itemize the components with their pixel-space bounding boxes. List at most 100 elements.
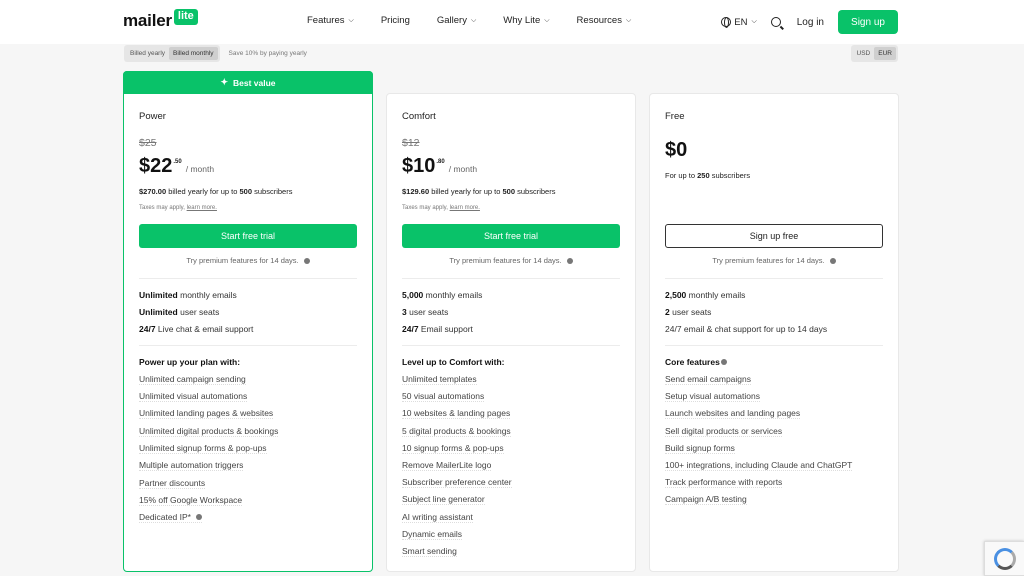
list-item[interactable]: 100+ integrations, including Claude and … xyxy=(665,460,853,471)
globe-icon xyxy=(721,17,732,28)
price-cents: .50 xyxy=(173,159,182,165)
plan-card-comfort: Comfort $12 $10 .80 / month $129.60 bill… xyxy=(386,93,636,572)
section-title: Level up to Comfort with: xyxy=(402,357,505,367)
search-icon[interactable] xyxy=(770,17,781,27)
price-period: / month xyxy=(448,164,478,174)
signup-button[interactable]: Sign up xyxy=(838,10,898,34)
list-item[interactable]: Subject line generator xyxy=(402,494,485,505)
list-item[interactable]: Build signup forms xyxy=(665,443,735,454)
list-item[interactable]: 5 digital products & bookings xyxy=(402,426,511,437)
feature-text: monthly emails xyxy=(425,290,483,300)
list-item[interactable]: Unlimited digital products & bookings xyxy=(139,426,279,437)
core-feature: 24/7 Live chat & email support xyxy=(139,324,253,334)
billing-detail: $270.00 billed yearly for up to 500 subs… xyxy=(139,187,357,196)
core-feature: 2,500 monthly emails xyxy=(665,290,745,300)
price: $0 xyxy=(665,140,883,160)
start-free-trial-button[interactable]: Start free trial xyxy=(402,224,620,248)
list-item[interactable]: Partner discounts xyxy=(139,478,206,489)
list-item[interactable]: 50 visual automations xyxy=(402,391,485,402)
divider xyxy=(402,278,620,279)
save-note: Save 10% by paying yearly xyxy=(228,50,307,57)
menu-gallery[interactable]: Gallery ⌵ xyxy=(437,15,476,26)
list-item[interactable]: Unlimited visual automations xyxy=(139,391,248,402)
chevron-down-icon: ⌵ xyxy=(751,18,757,25)
info-icon[interactable] xyxy=(195,514,202,520)
list-item[interactable]: Unlimited signup forms & pop-ups xyxy=(139,443,267,454)
taxes-text: Taxes may apply, xyxy=(139,205,185,211)
menu-label: Gallery xyxy=(436,15,467,26)
billed-monthly-option[interactable]: Billed monthly xyxy=(169,47,218,60)
mailerlite-logo[interactable]: mailer lite xyxy=(123,9,198,31)
list-item[interactable]: Multiple automation triggers xyxy=(139,460,244,471)
learn-more-link[interactable]: learn more. xyxy=(187,205,217,211)
section-title-text: Core features xyxy=(665,357,720,367)
billing-toggle-group: Billed yearly Billed monthly Save 10% by… xyxy=(124,45,307,62)
list-item[interactable]: Launch websites and landing pages xyxy=(665,408,801,419)
info-icon[interactable] xyxy=(566,257,573,264)
list-item[interactable]: AI writing assistant xyxy=(402,512,473,523)
menu-label: Pricing xyxy=(380,15,410,26)
core-feature: 5,000 monthly emails xyxy=(402,290,482,300)
list-item[interactable]: Unlimited campaign sending xyxy=(139,374,246,385)
feature-text: user seats xyxy=(409,307,449,317)
top-navigation: mailer lite Features ⌵ Pricing Gallery ⌵ W… xyxy=(0,0,1024,44)
core-feature: 2 user seats xyxy=(665,307,711,317)
sign-up-free-button[interactable]: Sign up free xyxy=(665,224,883,248)
feature-text: monthly emails xyxy=(688,290,746,300)
billed-tail: subscribers xyxy=(517,187,556,196)
trial-note-text: Try premium features for 14 days. xyxy=(712,256,825,265)
billed-subs: 500 xyxy=(239,187,253,196)
chevron-down-icon: ⌵ xyxy=(348,16,354,24)
list-item[interactable]: 10 signup forms & pop-ups xyxy=(402,443,504,454)
menu-pricing[interactable]: Pricing xyxy=(381,15,410,26)
list-item[interactable]: Smart sending xyxy=(402,546,457,557)
list-item[interactable]: Campaign A/B testing xyxy=(665,494,747,505)
plan-header: Power xyxy=(139,111,357,122)
price-amount: $0 xyxy=(665,139,688,161)
feature-text: Live chat & email support xyxy=(157,324,254,334)
billed-text: billed yearly for up to xyxy=(168,187,238,196)
list-item[interactable]: 15% off Google Workspace xyxy=(139,495,243,506)
list-item[interactable]: Track performance with reports xyxy=(665,477,783,488)
list-item[interactable]: Remove MailerLite logo xyxy=(402,460,492,471)
menu-label: Features xyxy=(307,15,345,26)
menu-features[interactable]: Features ⌵ xyxy=(307,15,354,26)
info-icon[interactable] xyxy=(829,257,836,264)
recaptcha-icon xyxy=(993,547,1016,570)
list-item[interactable]: Send email campaigns xyxy=(665,374,751,385)
subs-count: 250 xyxy=(697,171,710,180)
list-item[interactable]: Sell digital products or services xyxy=(665,426,783,437)
info-icon[interactable] xyxy=(303,257,310,264)
sparkle-icon: ✦ xyxy=(220,77,228,87)
currency-usd-option[interactable]: USD xyxy=(853,47,875,60)
divider xyxy=(402,345,620,346)
menu-why-lite[interactable]: Why Lite ⌵ xyxy=(503,15,549,26)
trial-note: Try premium features for 14 days. xyxy=(402,256,620,265)
language-selector[interactable]: EN ⌵ xyxy=(721,17,757,28)
list-item[interactable]: Dedicated IP* xyxy=(139,512,202,523)
billed-subs: 500 xyxy=(502,187,516,196)
section-title: Core features xyxy=(665,357,727,367)
list-item[interactable]: Subscriber preference center xyxy=(402,477,512,488)
list-item[interactable]: Setup visual automations xyxy=(665,391,760,402)
menu-resources[interactable]: Resources ⌵ xyxy=(577,15,632,26)
learn-more-link[interactable]: learn more. xyxy=(450,205,480,211)
currency-toggle: USD EUR xyxy=(850,45,898,62)
login-link[interactable]: Log in xyxy=(797,17,824,28)
price: $10 .80 / month xyxy=(402,156,620,176)
plan-name: Comfort xyxy=(402,111,436,122)
list-item[interactable]: Unlimited landing pages & websites xyxy=(139,408,274,419)
chevron-down-icon: ⌵ xyxy=(625,16,632,24)
feature-strong: 2 xyxy=(665,307,670,317)
currency-eur-option[interactable]: EUR xyxy=(874,47,896,60)
list-item[interactable]: Unlimited templates xyxy=(402,374,477,385)
list-item[interactable]: 10 websites & landing pages xyxy=(402,408,511,419)
start-free-trial-button[interactable]: Start free trial xyxy=(139,224,357,248)
price-amount: $22 xyxy=(139,155,173,177)
info-icon[interactable] xyxy=(720,359,727,365)
subscriber-limit: For up to 250 subscribers xyxy=(665,171,883,180)
billed-yearly-option[interactable]: Billed yearly xyxy=(126,47,169,60)
recaptcha-badge[interactable] xyxy=(984,541,1024,576)
list-item[interactable]: Dynamic emails xyxy=(402,529,462,540)
billing-detail: $129.60 billed yearly for up to 500 subs… xyxy=(402,187,620,196)
